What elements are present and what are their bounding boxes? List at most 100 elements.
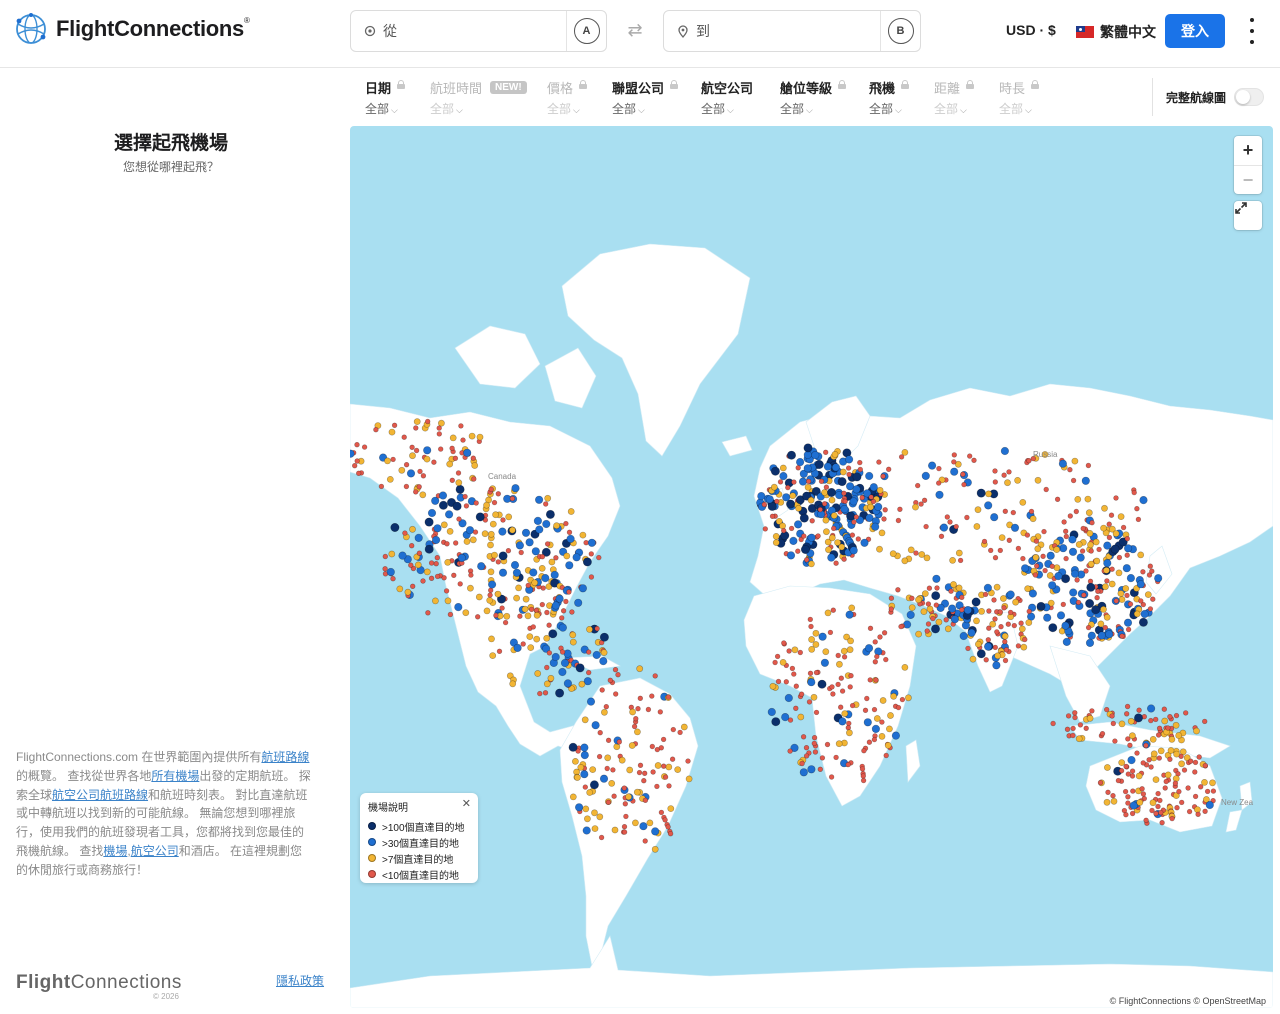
airport-marker[interactable] <box>951 452 957 458</box>
airport-marker[interactable] <box>390 456 396 463</box>
airport-marker[interactable] <box>1147 606 1154 612</box>
airport-marker[interactable] <box>1074 577 1080 583</box>
airport-marker[interactable] <box>810 693 818 701</box>
airport-marker[interactable] <box>993 583 1001 591</box>
airport-marker[interactable] <box>447 611 454 618</box>
airport-marker[interactable] <box>817 506 823 513</box>
airport-marker[interactable] <box>621 823 628 830</box>
airport-marker[interactable] <box>811 740 817 747</box>
airport-marker[interactable] <box>575 803 584 812</box>
airport-marker[interactable] <box>537 690 543 697</box>
airport-marker[interactable] <box>826 487 836 497</box>
airport-marker[interactable] <box>1010 523 1020 532</box>
airport-marker[interactable] <box>857 466 863 473</box>
airport-marker[interactable] <box>472 529 479 535</box>
airport-marker[interactable] <box>1123 763 1129 770</box>
airport-marker[interactable] <box>1202 762 1208 769</box>
airport-marker[interactable] <box>847 684 853 690</box>
airport-marker[interactable] <box>534 670 542 677</box>
airport-marker[interactable] <box>849 546 858 555</box>
airport-marker[interactable] <box>596 753 603 760</box>
airport-marker[interactable] <box>971 457 977 463</box>
airport-marker[interactable] <box>1041 528 1047 535</box>
airport-marker[interactable] <box>981 538 988 545</box>
airport-marker[interactable] <box>475 593 483 601</box>
airport-marker[interactable] <box>402 530 408 536</box>
airport-marker[interactable] <box>1118 767 1125 774</box>
airport-marker[interactable] <box>1143 817 1149 823</box>
airport-marker[interactable] <box>457 581 463 587</box>
airport-marker[interactable] <box>1075 735 1083 743</box>
airport-marker[interactable] <box>1012 598 1019 606</box>
airport-marker[interactable] <box>373 427 379 433</box>
airport-marker[interactable] <box>398 551 407 560</box>
airport-marker[interactable] <box>1015 643 1022 649</box>
airport-marker[interactable] <box>855 536 861 542</box>
airport-marker[interactable] <box>515 584 522 592</box>
airport-marker[interactable] <box>895 587 901 593</box>
airport-marker[interactable] <box>1158 809 1164 816</box>
airport-marker[interactable] <box>1002 508 1008 514</box>
airport-marker[interactable] <box>784 693 793 703</box>
airport-marker[interactable] <box>642 797 649 803</box>
airport-marker[interactable] <box>401 434 407 440</box>
airport-marker[interactable] <box>783 679 789 685</box>
airport-marker[interactable] <box>846 646 854 654</box>
airport-marker[interactable] <box>841 556 847 562</box>
airport-marker[interactable] <box>493 612 499 619</box>
airport-marker[interactable] <box>767 707 776 717</box>
airport-marker[interactable] <box>799 513 809 523</box>
airport-marker[interactable] <box>828 496 836 504</box>
airport-marker[interactable] <box>786 499 796 509</box>
airport-marker[interactable] <box>852 472 862 482</box>
airport-marker[interactable] <box>667 830 674 837</box>
airport-marker[interactable] <box>446 460 454 468</box>
airport-marker[interactable] <box>455 484 465 494</box>
airport-marker[interactable] <box>786 648 792 654</box>
airport-marker[interactable] <box>1127 601 1134 607</box>
airport-marker[interactable] <box>438 500 448 510</box>
airport-marker[interactable] <box>1001 632 1009 640</box>
airport-marker[interactable] <box>499 605 505 611</box>
airport-marker[interactable] <box>1113 495 1119 501</box>
airport-marker[interactable] <box>1109 566 1115 572</box>
airport-marker[interactable] <box>1043 486 1049 493</box>
airport-marker[interactable] <box>769 513 776 519</box>
airport-marker[interactable] <box>600 649 608 656</box>
airport-marker[interactable] <box>983 642 993 651</box>
airport-marker[interactable] <box>586 669 592 676</box>
airport-marker[interactable] <box>1124 552 1130 558</box>
airport-marker[interactable] <box>901 557 909 565</box>
airport-marker[interactable] <box>964 514 970 521</box>
airport-marker[interactable] <box>906 610 915 620</box>
airport-marker[interactable] <box>862 707 869 713</box>
airport-marker[interactable] <box>651 845 659 853</box>
airport-marker[interactable] <box>604 754 612 762</box>
airport-marker[interactable] <box>1201 718 1208 725</box>
airport-marker[interactable] <box>476 433 484 441</box>
airport-marker[interactable] <box>864 644 874 653</box>
airport-marker[interactable] <box>462 609 470 617</box>
airport-marker[interactable] <box>839 688 846 694</box>
airport-marker[interactable] <box>623 813 629 820</box>
airport-marker[interactable] <box>665 694 672 700</box>
airport-marker[interactable] <box>471 462 479 469</box>
airport-marker[interactable] <box>500 517 506 523</box>
airport-marker[interactable] <box>1150 750 1158 758</box>
airport-marker[interactable] <box>433 524 442 533</box>
airport-marker[interactable] <box>515 541 524 550</box>
airport-marker[interactable] <box>982 591 989 598</box>
airport-marker[interactable] <box>1115 569 1123 577</box>
airport-marker[interactable] <box>471 476 477 482</box>
airport-marker[interactable] <box>658 809 665 816</box>
airport-marker[interactable] <box>1060 601 1066 608</box>
airport-marker[interactable] <box>608 780 616 787</box>
airport-marker[interactable] <box>1064 726 1071 732</box>
airport-marker[interactable] <box>1106 521 1112 527</box>
airport-marker[interactable] <box>819 755 826 761</box>
airport-marker[interactable] <box>1034 476 1042 484</box>
airport-marker[interactable] <box>1079 548 1086 554</box>
airport-marker[interactable] <box>934 585 940 591</box>
airport-marker[interactable] <box>487 592 493 598</box>
airport-marker[interactable] <box>796 458 805 467</box>
